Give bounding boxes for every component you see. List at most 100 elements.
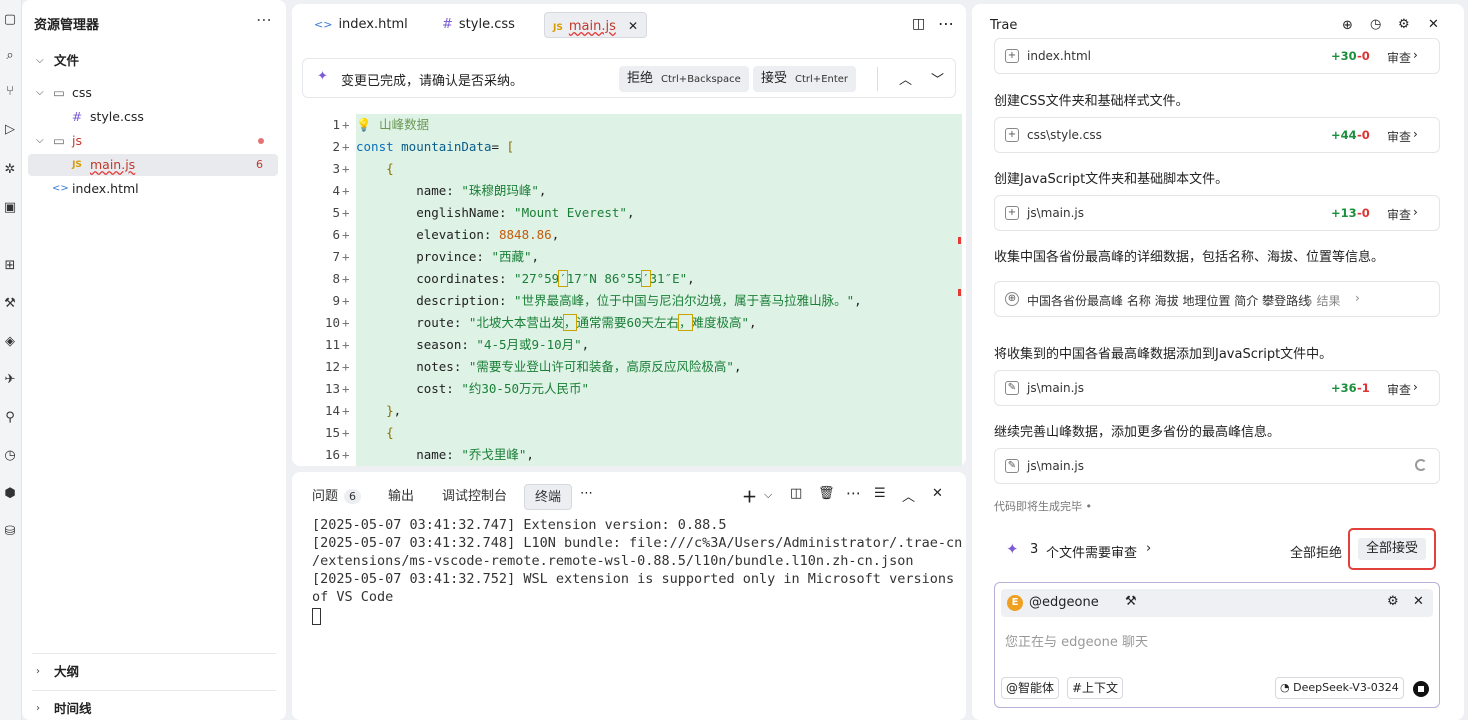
database-icon[interactable]: ⛁ (2, 524, 18, 540)
explorer-icon[interactable]: ▢ (2, 12, 18, 28)
split-terminal-icon[interactable]: ◫ (790, 486, 802, 501)
sparkle-icon: ✦ (317, 69, 328, 84)
rocket-icon[interactable]: ✈ (2, 372, 18, 388)
tab-terminal[interactable]: 终端 (524, 484, 573, 510)
code-text: description: "世界最高峰，位于中国与尼泊尔边境，属于喜马拉雅山脉。… (356, 290, 861, 312)
line-number: 13 (324, 381, 340, 396)
file-change-card[interactable]: + js\main.js +13 -0 审查 › (994, 195, 1440, 231)
search-icon[interactable]: ⌕ (2, 48, 18, 64)
tool-icon[interactable]: ⚒ (2, 296, 18, 312)
debug-icon[interactable]: ✲ (2, 162, 18, 178)
pin-icon[interactable]: ⚲ (2, 410, 18, 426)
code-text: 💡 山峰数据 (356, 114, 429, 136)
web-search-card[interactable]: ⊕ 中国各省份最高峰 名称 海拔 地理位置 简介 攀登路线 5 结果 › (994, 281, 1440, 317)
diff-added-highlight (356, 114, 962, 136)
line-number: 3 (332, 161, 340, 176)
reject-all-button[interactable]: 全部拒绝 (1290, 542, 1342, 561)
remote-icon[interactable]: ▣ (2, 200, 18, 216)
reject-button[interactable]: 拒绝 Ctrl+Backspace (619, 66, 749, 92)
more-icon[interactable]: ⋯ (256, 10, 272, 29)
settings-sliders-icon[interactable]: ☰ (874, 486, 886, 501)
chevron-right-icon: › (1355, 291, 1360, 305)
trash-icon[interactable]: 🗑 (818, 486, 835, 501)
chevron-up-icon[interactable]: ︿ (899, 69, 912, 88)
more-icon[interactable]: ⋯ (938, 14, 954, 33)
extensions-icon[interactable]: ⊞ (2, 258, 18, 274)
review-link[interactable]: 审查 (1387, 128, 1411, 145)
tab-debug-console[interactable]: 调试控制台 (442, 484, 507, 510)
problems-count-badge: 6 (344, 489, 362, 504)
code-token: , (687, 271, 695, 286)
line-number: 6 (332, 227, 340, 242)
line-number: 5 (332, 205, 340, 220)
code-text: { (356, 422, 394, 444)
gear-icon[interactable]: ⚙ (1387, 594, 1399, 609)
package-icon[interactable]: ⬢ (2, 486, 18, 502)
tree-item-style-css[interactable]: # style.css (22, 106, 286, 128)
tab-index-html[interactable]: <> index.html (306, 12, 416, 38)
chat-input-box[interactable]: E @edgeone ⚒ ⚙ ✕ 您正在与 edgeone 聊天 @智能体 #上… (994, 582, 1440, 708)
accept-button[interactable]: 接受 Ctrl+Enter (753, 66, 857, 92)
code-token: elevation: (356, 227, 499, 242)
tab-problems[interactable]: 问题 6 (312, 484, 362, 510)
terminal-output[interactable]: [2025-05-07 03:41:32.747] Extension vers… (312, 516, 962, 606)
agent-mention[interactable]: @edgeone (1029, 595, 1099, 610)
close-icon[interactable]: ✕ (1428, 17, 1439, 32)
close-icon[interactable]: ✕ (932, 486, 943, 501)
tree-item-main-js[interactable]: JS main.js 6 (28, 154, 278, 176)
cube-icon[interactable]: ◈ (2, 334, 18, 350)
model-icon: ◔ (1280, 681, 1294, 694)
files-section-header[interactable]: ⌵ 文件 (22, 50, 286, 72)
accept-all-button[interactable]: 全部接受 (1348, 528, 1436, 570)
history-icon[interactable]: ◷ (1370, 17, 1381, 32)
model-selector[interactable]: ◔ DeepSeek-V3-0324 (1275, 677, 1404, 699)
code-view[interactable]: 1 + 💡 山峰数据 2 + const mountainData= [3 + {4 + na… (302, 114, 962, 466)
file-change-card[interactable]: + css\style.css +44 -0 审查 › (994, 117, 1440, 153)
tab-style-css[interactable]: # style.css (434, 12, 523, 38)
review-text[interactable]: 个文件需要审查 (1046, 542, 1137, 561)
file-change-card[interactable]: + index.html +30 -0 审查 › (994, 38, 1440, 74)
review-link[interactable]: 审查 (1387, 381, 1411, 398)
tree-item-css-folder[interactable]: ⌵ ▭ css (22, 82, 286, 104)
close-icon[interactable]: ✕ (1413, 594, 1424, 609)
add-terminal-icon[interactable]: ＋ (742, 486, 757, 507)
assistant-message: 创建CSS文件夹和基础样式文件。 (994, 94, 1189, 109)
context-button[interactable]: #上下文 (1067, 677, 1124, 699)
split-editor-icon[interactable]: ◫ (912, 16, 925, 32)
stop-button[interactable] (1413, 681, 1429, 697)
chat-input-placeholder[interactable]: 您正在与 edgeone 聊天 (1005, 631, 1148, 650)
more-icon[interactable]: ⋯ (846, 484, 861, 502)
code-token: , (551, 227, 560, 242)
tools-icon[interactable]: ⚒ (1125, 594, 1137, 609)
review-link[interactable]: 审查 (1387, 49, 1411, 66)
new-chat-icon[interactable]: ⊕ (1342, 18, 1353, 33)
code-token: { (386, 161, 394, 176)
diff-plus-marker: + (342, 227, 350, 242)
agent-button[interactable]: @智能体 (1001, 677, 1060, 699)
outline-section-header[interactable]: › 大纲 (22, 661, 286, 683)
close-icon[interactable]: ✕ (628, 19, 638, 33)
source-control-icon[interactable]: ⑂ (2, 84, 18, 100)
code-line: 16 + name: "乔戈里峰", (302, 444, 962, 466)
more-icon[interactable]: ⋯ (580, 486, 593, 501)
code-token: , (733, 359, 742, 374)
run-icon[interactable]: ▷ (2, 122, 18, 138)
timeline-section-header[interactable]: › 时间线 (22, 698, 286, 720)
tree-item-index-html[interactable]: <> index.html (22, 178, 286, 200)
file-change-card[interactable]: ✎ js\main.js (994, 448, 1440, 484)
code-token: { (386, 425, 394, 440)
file-plus-icon: + (1005, 206, 1019, 220)
gear-icon[interactable]: ⚙ (1398, 17, 1410, 32)
tab-output[interactable]: 输出 (388, 484, 414, 510)
file-change-card[interactable]: ✎ js\main.js +36 -1 审查 › (994, 370, 1440, 406)
tree-item-js-folder[interactable]: ⌵ ▭ js (22, 130, 286, 152)
chevron-right-icon[interactable]: › (1146, 541, 1151, 556)
diff-plus-marker: + (342, 117, 350, 132)
review-link[interactable]: 审查 (1387, 206, 1411, 223)
chevron-down-icon[interactable]: ﹀ (931, 69, 944, 88)
chevron-down-icon[interactable]: ⌵ (764, 488, 772, 502)
code-token: = (491, 139, 507, 154)
tab-main-js[interactable]: JS main.js ✕ (544, 12, 648, 38)
chevron-up-icon[interactable]: ︿ (902, 486, 915, 505)
timer-icon[interactable]: ◷ (2, 448, 18, 464)
